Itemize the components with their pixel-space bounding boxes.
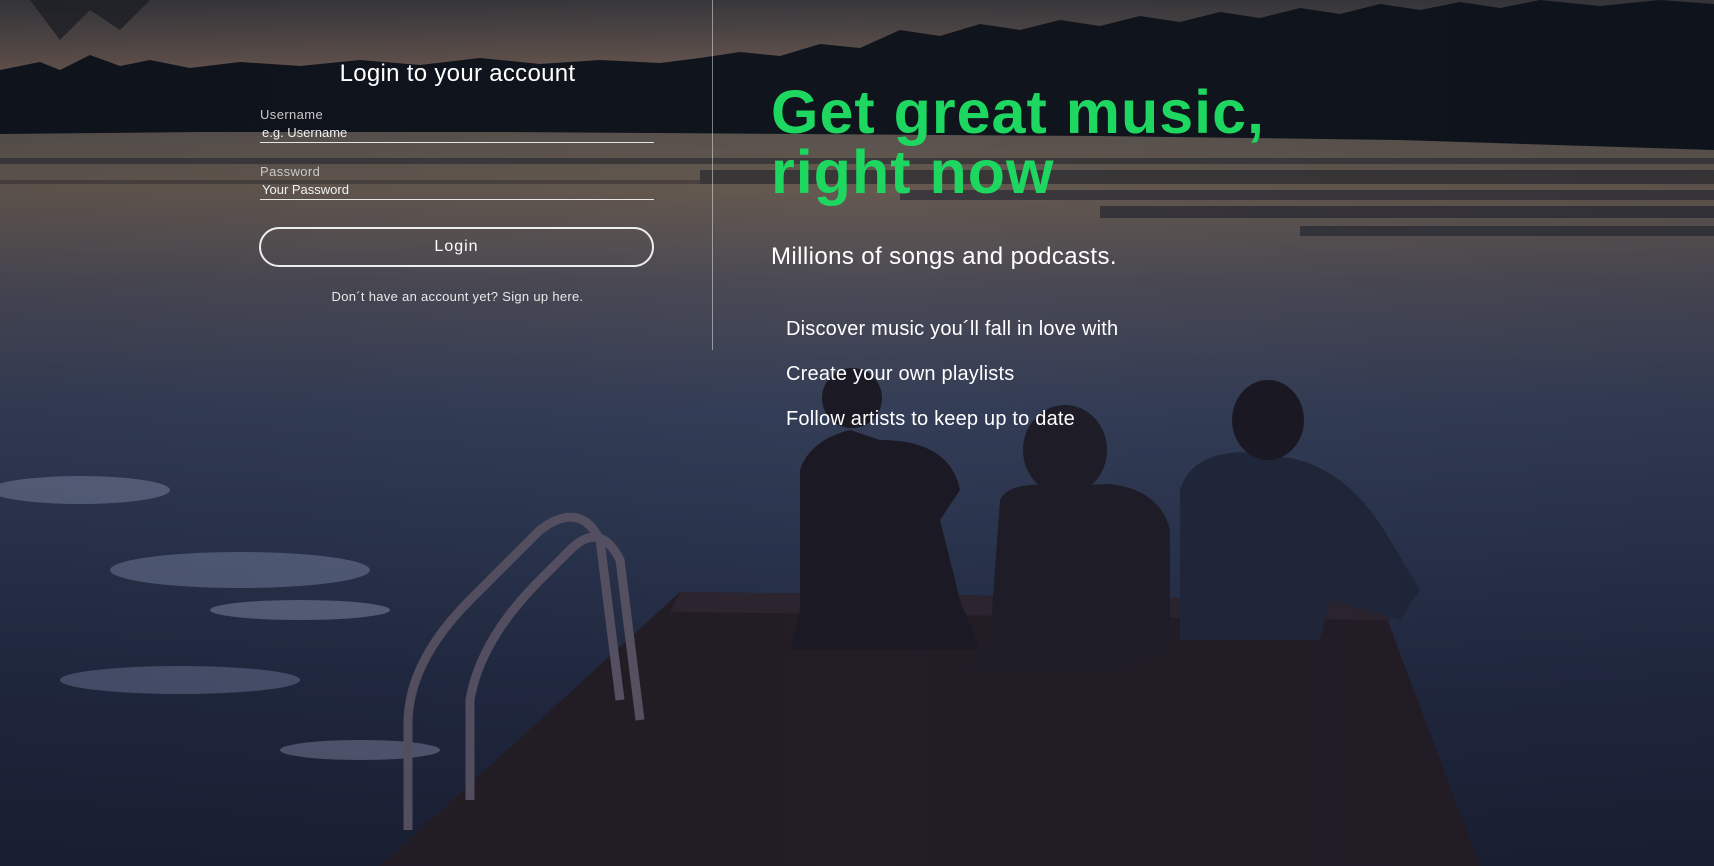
username-input[interactable] <box>260 123 654 143</box>
login-button[interactable]: Login <box>259 227 654 267</box>
feature-list: Discover music you´ll fall in love with … <box>786 314 1118 449</box>
hero-headline-line-2: right now <box>771 138 1055 206</box>
password-field: Password <box>260 164 654 200</box>
login-title: Login to your account <box>339 60 576 87</box>
password-label: Password <box>260 164 321 179</box>
feature-item-discover: Discover music you´ll fall in love with <box>786 318 1119 340</box>
username-field: Username <box>260 107 654 143</box>
feature-item-follow: Follow artists to keep up to date <box>786 408 1075 430</box>
vertical-divider <box>712 0 713 350</box>
hero-headline: Get great music, right now <box>771 78 1471 206</box>
signup-link[interactable]: Don´t have an account yet? Sign up here. <box>332 289 584 304</box>
username-label: Username <box>260 107 324 122</box>
feature-item-playlists: Create your own playlists <box>786 363 1015 385</box>
signup-prompt: Don´t have an account yet? Sign up here. <box>260 289 655 304</box>
hero-headline-line-1: Get great music, <box>771 78 1265 146</box>
password-input[interactable] <box>260 180 654 200</box>
login-page: Login to your account Username Password … <box>0 0 1714 866</box>
hero-subheadline: Millions of songs and podcasts. <box>771 243 1117 270</box>
